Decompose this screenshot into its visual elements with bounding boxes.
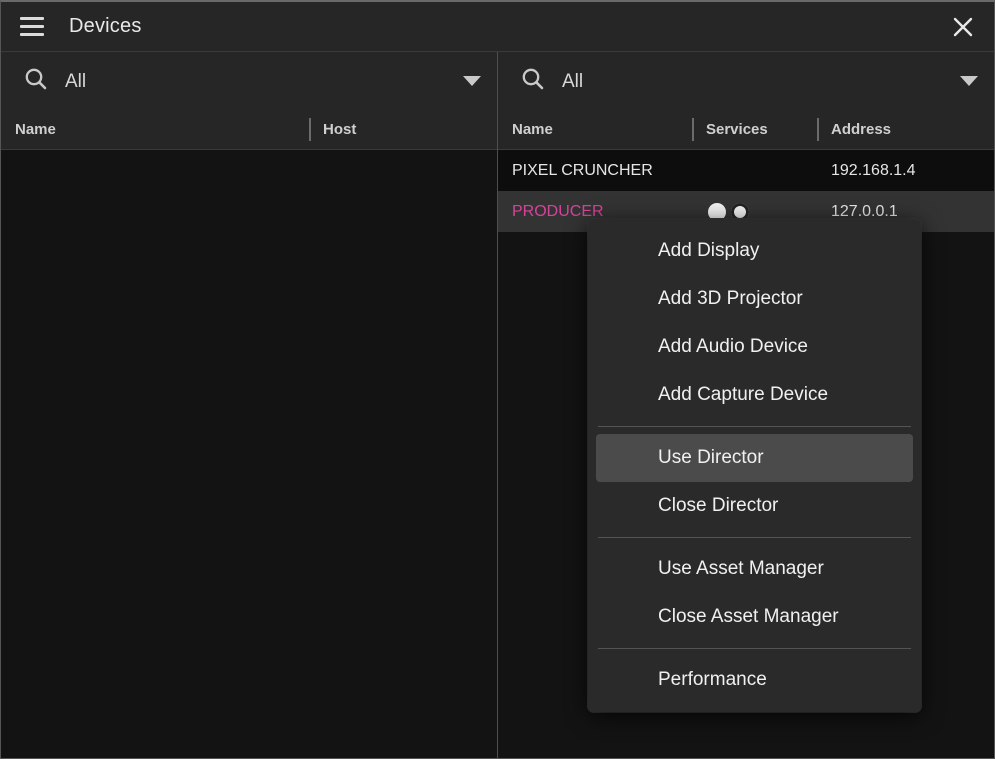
left-column-name[interactable]: Name — [1, 110, 309, 149]
search-icon — [520, 66, 546, 97]
devices-window: Devices All Name Host All Name Services … — [0, 0, 995, 759]
hamburger-bar — [20, 17, 44, 20]
table-row[interactable]: PIXEL CRUNCHER 192.168.1.4 — [498, 150, 994, 191]
service-dot-icon — [708, 202, 726, 221]
menu-separator — [598, 648, 911, 649]
menu-item-add-3d-projector[interactable]: Add 3D Projector — [596, 275, 913, 323]
window-title: Devices — [69, 15, 142, 37]
menu-item-use-asset-manager[interactable]: Use Asset Manager — [596, 545, 913, 593]
menu-item-add-capture-device[interactable]: Add Capture Device — [596, 371, 913, 419]
left-column-host[interactable]: Host — [309, 110, 497, 149]
menu-separator — [598, 537, 911, 538]
right-column-name-label: Name — [512, 121, 553, 138]
left-column-host-label: Host — [323, 121, 357, 138]
menu-item-performance[interactable]: Performance — [596, 656, 913, 704]
right-search-input[interactable]: All — [562, 72, 960, 91]
device-context-menu[interactable]: Add Display Add 3D Projector Add Audio D… — [588, 219, 921, 712]
right-column-address[interactable]: Address — [817, 110, 994, 149]
left-column-name-label: Name — [15, 121, 56, 138]
hamburger-bar — [20, 25, 44, 28]
close-icon[interactable] — [932, 2, 994, 51]
left-column-header: Name Host — [1, 110, 497, 150]
menu-item-add-audio-device[interactable]: Add Audio Device — [596, 323, 913, 371]
search-icon — [23, 66, 49, 97]
device-services-cell — [692, 150, 817, 191]
hamburger-bar — [20, 33, 44, 36]
right-search-bar[interactable]: All — [498, 52, 994, 110]
right-column-name[interactable]: Name — [498, 110, 692, 149]
service-ring-icon — [731, 202, 749, 221]
hamburger-menu-icon[interactable] — [15, 10, 49, 44]
left-device-pane: All Name Host — [1, 52, 498, 758]
right-column-services[interactable]: Services — [692, 110, 817, 149]
menu-separator — [598, 426, 911, 427]
context-menu-group: Use Asset Manager Close Asset Manager — [596, 545, 913, 641]
device-name-cell: PIXEL CRUNCHER — [512, 161, 653, 179]
title-bar: Devices — [1, 2, 994, 52]
right-search-dropdown-chevron-down-icon[interactable] — [960, 76, 978, 86]
context-menu-group: Add Display Add 3D Projector Add Audio D… — [596, 227, 913, 419]
menu-item-close-asset-manager[interactable]: Close Asset Manager — [596, 593, 913, 641]
context-menu-group: Use Director Close Director — [596, 434, 913, 530]
left-device-list[interactable] — [1, 150, 497, 758]
left-search-bar[interactable]: All — [1, 52, 497, 110]
left-search-dropdown-chevron-down-icon[interactable] — [463, 76, 481, 86]
left-search-input[interactable]: All — [65, 72, 463, 91]
menu-item-close-director[interactable]: Close Director — [596, 482, 913, 530]
menu-item-use-director[interactable]: Use Director — [596, 434, 913, 482]
right-column-address-label: Address — [831, 121, 892, 138]
context-menu-group: Performance — [596, 656, 913, 704]
device-address-cell: 192.168.1.4 — [831, 161, 916, 179]
right-column-services-label: Services — [706, 121, 768, 138]
menu-item-add-display[interactable]: Add Display — [596, 227, 913, 275]
right-column-header: Name Services Address — [498, 110, 994, 150]
